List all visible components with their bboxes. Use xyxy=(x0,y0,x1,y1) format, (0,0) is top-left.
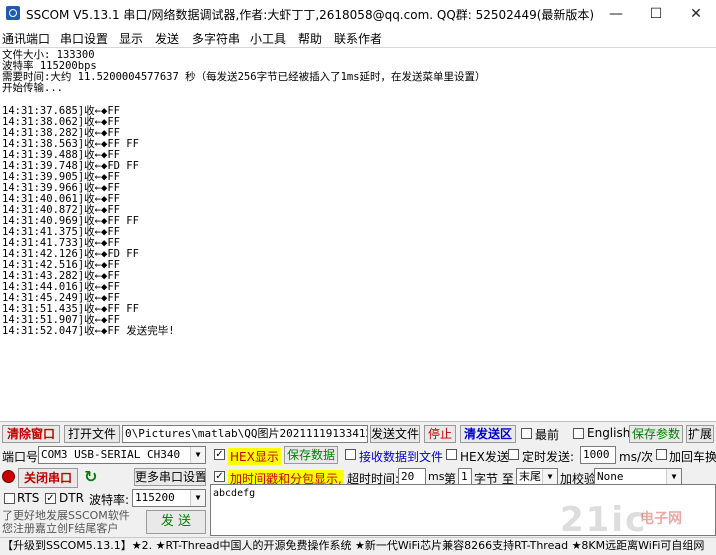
log-line: 14:31:39.748]收←◆FD FF xyxy=(2,160,139,172)
checksum-value: None xyxy=(597,470,624,483)
log-line: 14:31:38.563]收←◆FF FF xyxy=(2,138,139,150)
hex-display-checkbox[interactable]: ✓ xyxy=(214,449,225,460)
port-value: COM3 USB-SERIAL CH340 xyxy=(41,448,181,461)
chevron-down-icon: ▼ xyxy=(542,469,557,485)
rts-checkbox[interactable] xyxy=(4,493,15,504)
refresh-icon[interactable]: ↻ xyxy=(84,467,97,486)
file-path-field[interactable]: 0\Pictures\matlab\QQ图片20211119133412.jpg xyxy=(122,425,368,443)
english-label: English xyxy=(587,426,631,440)
stop-button[interactable]: 停止 xyxy=(424,425,456,443)
window-title: SSCOM V5.13.1 串口/网络数据调试器,作者:大虾丁丁,2618058… xyxy=(26,8,595,22)
menu-help[interactable]: 帮助 xyxy=(298,30,322,47)
timed-send-checkbox[interactable] xyxy=(508,449,519,460)
topmost-label: 最前 xyxy=(535,428,560,442)
menu-serial-settings[interactable]: 串口设置 xyxy=(60,30,108,47)
baud-value: 115200 xyxy=(135,491,175,504)
clear-window-button[interactable]: 清除窗口 xyxy=(2,425,60,443)
watermark-text: 电子网 xyxy=(640,511,682,527)
log-line: 14:31:38.282]收←◆FF xyxy=(2,127,120,139)
interval-unit-label: ms/次 xyxy=(619,450,653,464)
log-header-line: 文件大小: 133300 xyxy=(2,49,95,61)
minimize-button[interactable]: — xyxy=(596,0,636,28)
receive-log[interactable]: 文件大小: 133300 波特率 115200bps 需要时间:大约 11.52… xyxy=(0,48,716,418)
menu-contact[interactable]: 联系作者 xyxy=(334,30,382,47)
baud-label: 波特率: xyxy=(89,493,130,507)
timed-send-label: 定时发送: xyxy=(522,450,575,464)
status-text: 【升级到SSCOM5.13.1】★2. ★RT-Thread中国人的开源免费操作… xyxy=(2,539,705,552)
log-line: 14:31:42.516]收←◆FF xyxy=(2,259,120,271)
send-file-button[interactable]: 发送文件 xyxy=(370,425,420,443)
dtr-label: DTR xyxy=(59,491,84,505)
port-label: 端口号 xyxy=(2,450,39,464)
maximize-button[interactable]: ☐ xyxy=(636,0,676,28)
promo-text[interactable]: 了更好地发展SSCOM软件 您注册嘉立创F结尾客户 xyxy=(2,509,130,535)
status-bar: 【升级到SSCOM5.13.1】★2. ★RT-Thread中国人的开源免费操作… xyxy=(0,537,716,555)
close-button[interactable]: ✕ xyxy=(676,0,716,28)
log-line: 14:31:41.733]收←◆FF xyxy=(2,237,120,249)
byte-to-value: 末尾 xyxy=(519,470,541,483)
recv-to-file-label: 接收数据到文件 xyxy=(359,450,444,464)
topmost-checkbox[interactable] xyxy=(521,428,532,439)
recv-to-file-checkbox[interactable] xyxy=(345,449,356,460)
rts-label: RTS xyxy=(17,491,40,505)
chevron-down-icon: ▼ xyxy=(190,447,205,463)
app-icon xyxy=(6,6,20,20)
log-line: 14:31:39.488]收←◆FF xyxy=(2,149,120,161)
log-header-line: 开始传输... xyxy=(2,82,63,94)
chevron-down-icon: ▼ xyxy=(666,469,681,485)
baud-select[interactable]: 115200 ▼ xyxy=(132,489,206,507)
send-button[interactable]: 发 送 xyxy=(146,510,206,534)
close-port-button[interactable]: 关闭串口 xyxy=(18,468,78,488)
log-line: 14:31:45.249]收←◆FF xyxy=(2,292,120,304)
clear-send-button[interactable]: 清发送区 xyxy=(460,425,516,443)
log-header-line: 波特率 115200bps xyxy=(2,60,97,72)
log-line: 14:31:52.047]收←◆FF 发送完毕! xyxy=(2,325,175,337)
log-header-line: 需要时间:大约 11.5200004577637 秒（每发送256字节已经被插入… xyxy=(2,71,486,83)
log-line: 14:31:40.872]收←◆FF xyxy=(2,204,120,216)
save-params-button[interactable]: 保存参数 xyxy=(629,425,683,443)
add-crlf-checkbox[interactable] xyxy=(656,449,667,460)
add-crlf-label: 加回车换 xyxy=(669,450,716,464)
menu-port[interactable]: 通讯端口 xyxy=(2,30,50,47)
hex-send-label: HEX发送 xyxy=(460,450,509,464)
save-data-button[interactable]: 保存数据 xyxy=(284,446,338,464)
menu-display[interactable]: 显示 xyxy=(119,30,143,47)
log-line: 14:31:51.907]收←◆FF xyxy=(2,314,120,326)
more-settings-button[interactable]: 更多串口设置 xyxy=(134,468,206,486)
log-line: 14:31:40.969]收←◆FF FF xyxy=(2,215,139,227)
menu-multi-string[interactable]: 多字符串 xyxy=(192,30,240,47)
expand-button[interactable]: 扩展 xyxy=(686,425,714,443)
title-bar: SSCOM V5.13.1 串口/网络数据调试器,作者:大虾丁丁,2618058… xyxy=(0,0,716,28)
hex-send-checkbox[interactable] xyxy=(446,449,457,460)
chevron-down-icon: ▼ xyxy=(190,490,205,506)
menu-tools[interactable]: 小工具 xyxy=(250,30,286,47)
timed-interval-input[interactable]: 1000 xyxy=(580,446,616,464)
log-line: 14:31:43.282]收←◆FF xyxy=(2,270,120,282)
log-line: 14:31:40.061]收←◆FF xyxy=(2,193,120,205)
log-line: 14:31:44.016]收←◆FF xyxy=(2,281,120,293)
log-line: 14:31:39.966]收←◆FF xyxy=(2,182,120,194)
hex-display-label: HEX显示 xyxy=(228,448,281,465)
log-line: 14:31:38.062]收←◆FF xyxy=(2,116,120,128)
menu-bar: 通讯端口 串口设置 显示 发送 多字符串 小工具 帮助 联系作者 xyxy=(0,28,716,48)
log-line: 14:31:37.685]收←◆FF xyxy=(2,105,120,117)
watermark-logo: 21ic xyxy=(560,500,648,540)
menu-send[interactable]: 发送 xyxy=(155,30,179,47)
port-status-icon xyxy=(2,470,15,483)
log-line: 14:31:42.126]收←◆FD FF xyxy=(2,248,139,260)
open-file-button[interactable]: 打开文件 xyxy=(64,425,120,443)
dtr-checkbox[interactable]: ✓ xyxy=(45,493,56,504)
log-line: 14:31:51.435]收←◆FF FF xyxy=(2,303,139,315)
log-line: 14:31:39.905]收←◆FF xyxy=(2,171,120,183)
timeout-unit-label: ms xyxy=(428,470,445,483)
port-select[interactable]: COM3 USB-SERIAL CH340 ▼ xyxy=(38,446,206,464)
timestamp-checkbox[interactable]: ✓ xyxy=(214,471,225,482)
english-checkbox[interactable] xyxy=(573,428,584,439)
log-line: 14:31:41.375]收←◆FF xyxy=(2,226,120,238)
